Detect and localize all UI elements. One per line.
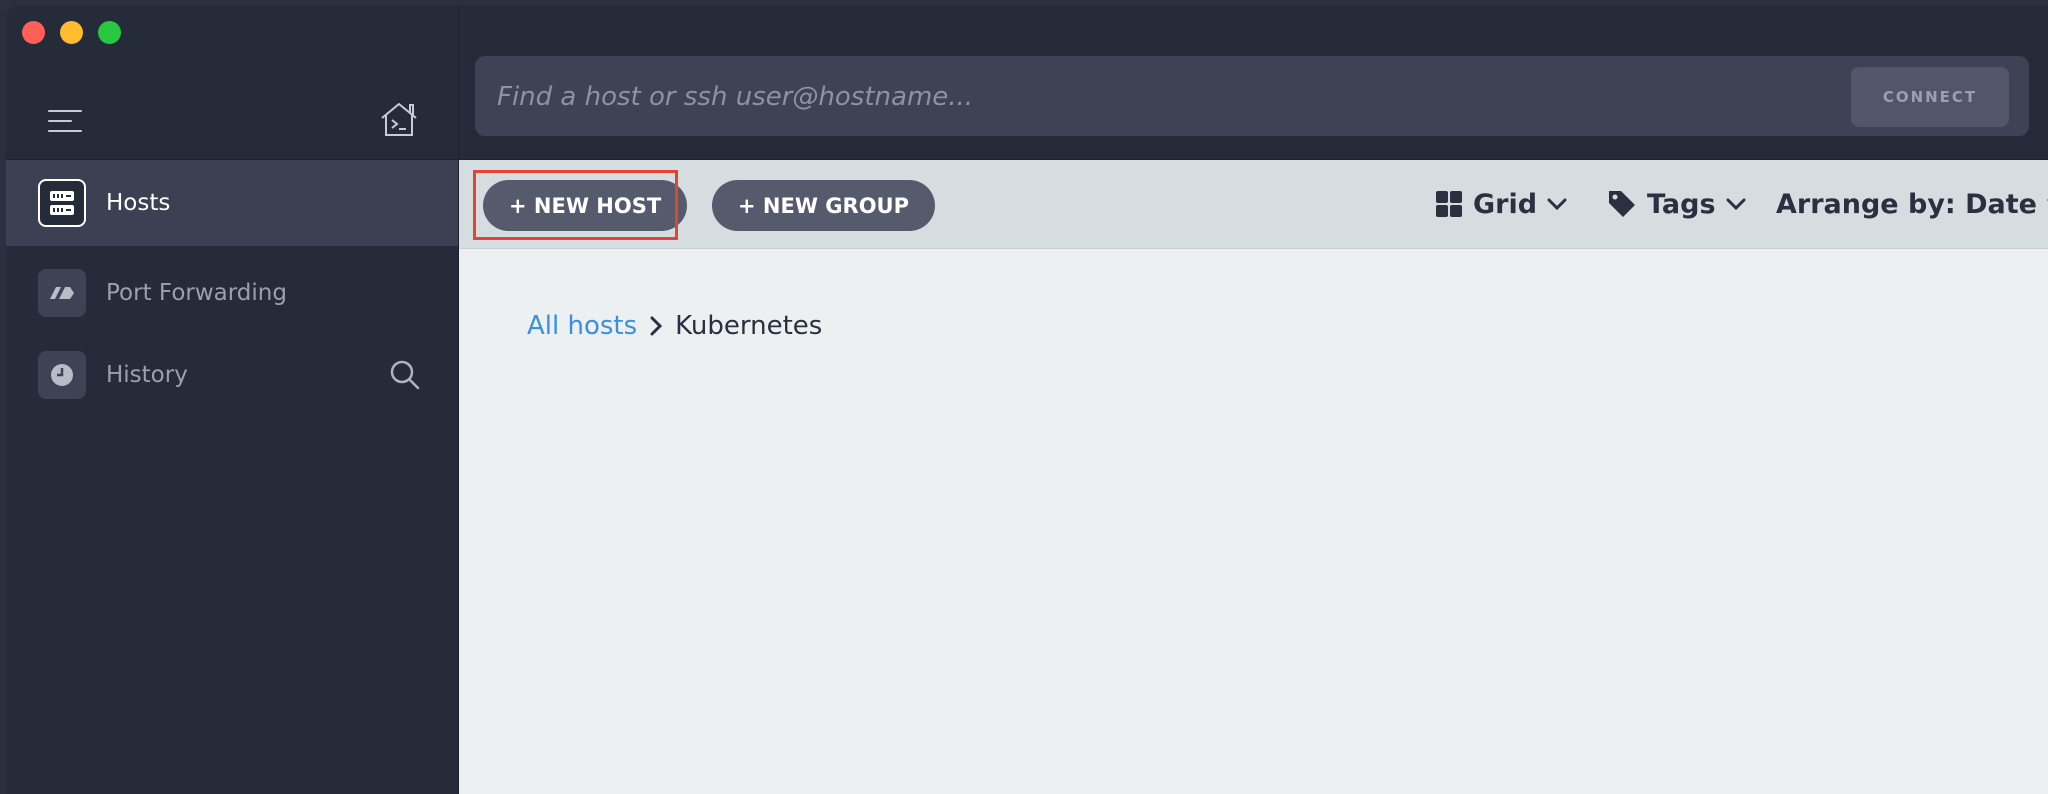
- host-search-input[interactable]: [495, 56, 1799, 138]
- chevron-down-icon: [1547, 198, 1567, 211]
- connect-button[interactable]: CONNECT: [1851, 67, 2009, 127]
- main-panel: CONNECT + NEW HOST + NEW GROUP Grid: [459, 6, 2048, 794]
- hosts-content-area: All hosts Kubernetes: [459, 249, 2048, 794]
- search-bar: CONNECT: [475, 56, 2029, 138]
- view-mode-dropdown[interactable]: Grid: [1435, 186, 1567, 222]
- port-forwarding-icon: [38, 269, 86, 317]
- sidebar-item-port-forwarding[interactable]: Port Forwarding: [6, 250, 458, 336]
- new-host-button[interactable]: + NEW HOST: [483, 180, 688, 231]
- breadcrumb: All hosts Kubernetes: [527, 311, 822, 341]
- close-window-button[interactable]: [22, 21, 45, 44]
- menu-icon[interactable]: [48, 110, 82, 134]
- search-icon[interactable]: [388, 358, 422, 392]
- toolbar: + NEW HOST + NEW GROUP Grid Tags Arrange…: [459, 160, 2048, 249]
- server-icon: [38, 179, 86, 227]
- top-bar: CONNECT: [459, 6, 2048, 160]
- sidebar: Hosts Port Forwarding History: [6, 6, 459, 794]
- sidebar-item-history[interactable]: History: [6, 332, 458, 418]
- app-window: Hosts Port Forwarding History Find a hos…: [6, 6, 2048, 794]
- clock-icon: [38, 351, 86, 399]
- tag-icon: [1609, 191, 1635, 217]
- sidebar-item-hosts[interactable]: Hosts: [6, 160, 458, 246]
- minimize-window-button[interactable]: [60, 21, 83, 44]
- view-mode-label: Grid: [1473, 188, 1538, 220]
- sidebar-item-label: History: [106, 362, 188, 388]
- tags-dropdown[interactable]: Tags: [1607, 186, 1746, 222]
- sidebar-item-label: Hosts: [106, 190, 171, 216]
- chevron-down-icon: [1726, 198, 1746, 211]
- chevron-right-icon: [650, 316, 663, 336]
- zoom-window-button[interactable]: [98, 21, 121, 44]
- window-controls: [22, 21, 121, 44]
- breadcrumb-all-hosts-link[interactable]: All hosts: [527, 311, 637, 341]
- terminal-home-icon[interactable]: [379, 100, 419, 140]
- arrange-by-dropdown[interactable]: Arrange by: Date: [1776, 186, 2048, 222]
- sidebar-item-label: Port Forwarding: [106, 280, 287, 306]
- arrange-by-label: Arrange by: Date: [1776, 188, 2037, 220]
- new-group-button[interactable]: + NEW GROUP: [712, 180, 936, 231]
- grid-icon: [1436, 191, 1462, 217]
- tags-label: Tags: [1647, 188, 1716, 220]
- breadcrumb-current: Kubernetes: [675, 311, 823, 341]
